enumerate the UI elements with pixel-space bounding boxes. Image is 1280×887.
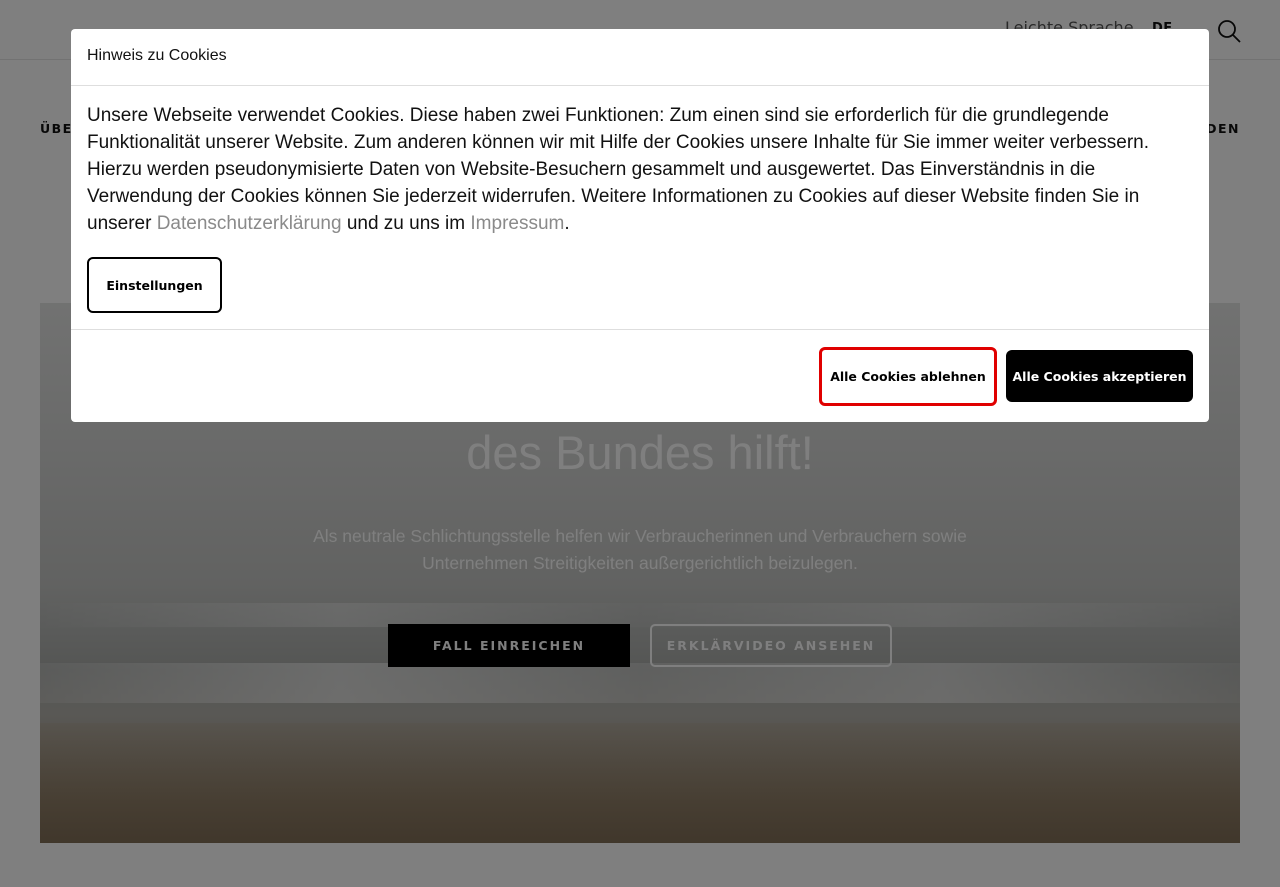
imprint-link[interactable]: Impressum (470, 213, 564, 234)
cookie-dialog-text: Unsere Webseite verwendet Cookies. Diese… (87, 102, 1187, 237)
cookie-dialog-header: Hinweis zu Cookies (71, 29, 1209, 86)
privacy-policy-link[interactable]: Datenschutzerklärung (157, 213, 342, 234)
cookie-connector-text: und zu uns im (346, 213, 466, 234)
cookie-dialog-footer: Alle Cookies ablehnen Alle Cookies akzep… (71, 329, 1209, 422)
cookie-dialog-title: Hinweis zu Cookies (87, 47, 227, 64)
reject-all-cookies-button[interactable]: Alle Cookies ablehnen (819, 347, 997, 406)
accept-all-cookies-button[interactable]: Alle Cookies akzeptieren (1006, 350, 1193, 402)
cookie-settings-button[interactable]: Einstellungen (87, 257, 222, 313)
cookie-end-punct: . (564, 213, 570, 234)
cookie-dialog: Hinweis zu Cookies Unsere Webseite verwe… (71, 29, 1209, 422)
